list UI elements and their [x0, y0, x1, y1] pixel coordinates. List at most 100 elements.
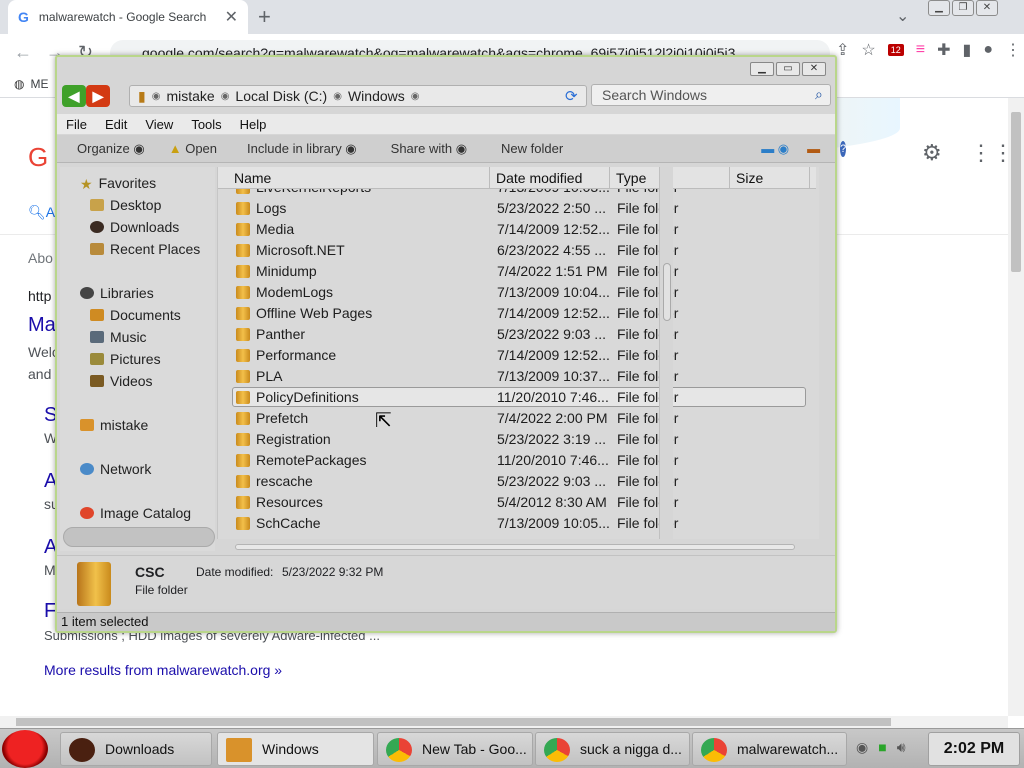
- start-button[interactable]: [2, 730, 48, 768]
- include-in-library-button[interactable]: Include in library ◉: [247, 141, 357, 157]
- menu-file[interactable]: File: [57, 117, 96, 132]
- close-tab-icon[interactable]: ✕: [225, 7, 238, 27]
- file-name: Microsoft.NET: [256, 242, 345, 258]
- bookmark-star-icon[interactable]: ☆: [861, 40, 875, 60]
- view-options-icon[interactable]: ▬ ◉: [761, 141, 789, 157]
- nav-videos[interactable]: Videos: [90, 373, 153, 389]
- taskbar-item-downloads[interactable]: Downloads: [60, 732, 212, 766]
- nav-music[interactable]: Music: [90, 329, 147, 345]
- file-list-horizontal-scrollbar[interactable]: [217, 541, 819, 553]
- breadcrumb-item[interactable]: Windows: [348, 88, 405, 104]
- table-row[interactable]: PLA 7/13/2009 10:37... File folder: [218, 366, 816, 387]
- nav-desktop[interactable]: Desktop: [90, 197, 161, 213]
- result-url[interactable]: http: [28, 288, 51, 304]
- network-tray-icon[interactable]: ■: [878, 739, 886, 756]
- nav-favorites[interactable]: ★ Favorites: [80, 175, 156, 192]
- forward-arrow-icon[interactable]: ▶: [86, 85, 110, 107]
- taskbar-item-new-tab[interactable]: New Tab - Goo...: [377, 732, 533, 766]
- nav-recent-places[interactable]: Recent Places: [90, 241, 200, 257]
- nav-image-catalog[interactable]: Image Catalog: [80, 505, 191, 521]
- profile-avatar-icon[interactable]: ●: [983, 41, 993, 59]
- taskbar-item-chrome-window[interactable]: suck a nigga d...: [535, 732, 690, 766]
- table-row[interactable]: Microsoft.NET 6/23/2022 4:55 ... File fold…: [218, 240, 816, 261]
- details-pane: CSC File folder Date modified: 5/23/2022…: [57, 555, 835, 609]
- table-row[interactable]: rescache 5/23/2022 9:03 ... File folder: [218, 471, 816, 492]
- menu-tools[interactable]: Tools: [182, 117, 230, 132]
- taskbar-item-malwarewatch[interactable]: malwarewatch...: [692, 732, 847, 766]
- folder-icon: [236, 244, 250, 257]
- breadcrumb-item[interactable]: mistake: [166, 88, 214, 104]
- open-button[interactable]: ▲ Open: [169, 141, 217, 156]
- organize-button[interactable]: Organize ◉: [77, 141, 145, 157]
- taskbar-item-windows[interactable]: Windows: [217, 732, 374, 766]
- side-panel-icon[interactable]: ▮: [963, 40, 972, 60]
- clock[interactable]: 2:02 PM: [928, 732, 1020, 766]
- back-icon[interactable]: ←: [14, 42, 32, 63]
- table-row[interactable]: Minidump 7/4/2022 1:51 PM File folder: [218, 261, 816, 282]
- search-input[interactable]: Search Windows: [591, 84, 831, 106]
- browser-tab[interactable]: G malwarewatch - Google Search ✕: [8, 0, 248, 34]
- menu-help[interactable]: Help: [231, 117, 276, 132]
- column-size[interactable]: Size: [730, 167, 810, 189]
- maximize-icon[interactable]: ❐: [952, 0, 974, 16]
- folder-icon: ▮: [138, 87, 146, 104]
- nav-downloads[interactable]: Downloads: [90, 219, 179, 235]
- explorer-minimize-icon[interactable]: ▁: [750, 62, 774, 76]
- table-row[interactable]: Logs 5/23/2022 2:50 ... File folder: [218, 198, 816, 219]
- explorer-close-icon[interactable]: ✕: [802, 62, 826, 76]
- table-row[interactable]: Prefetch 7/4/2022 2:00 PM File folder: [218, 408, 816, 429]
- table-row[interactable]: PolicyDefinitions 11/20/2010 7:46... File …: [218, 387, 816, 408]
- tray-arrow-icon[interactable]: ◉: [856, 739, 868, 756]
- breadcrumb[interactable]: ▮ ◉ mistake ◉ Local Disk (C:) ◉ Windows …: [129, 85, 587, 107]
- new-tab-button[interactable]: +: [258, 4, 271, 30]
- back-arrow-icon[interactable]: ◀: [62, 85, 86, 107]
- nav-libraries[interactable]: Libraries: [80, 285, 154, 301]
- table-row[interactable]: SchCache 7/13/2009 10:05... File folder: [218, 513, 816, 534]
- table-row[interactable]: Registration 5/23/2022 3:19 ... File folde…: [218, 429, 816, 450]
- explorer-maximize-icon[interactable]: ▭: [776, 62, 800, 76]
- extension-badge-icon[interactable]: 12: [887, 44, 904, 56]
- preview-pane-icon[interactable]: ▬: [807, 141, 820, 156]
- result-snippet: and: [28, 366, 52, 382]
- new-folder-button[interactable]: New folder: [501, 141, 563, 156]
- all-tab[interactable]: 🔍︎A: [28, 204, 55, 221]
- help-icon[interactable]: ?: [840, 140, 847, 157]
- flag-extension-icon[interactable]: ≡: [916, 41, 925, 59]
- table-row[interactable]: Resources 5/4/2012 8:30 AM File folder: [218, 492, 816, 513]
- page-vertical-scrollbar[interactable]: [1008, 98, 1024, 716]
- menu-view[interactable]: View: [136, 117, 182, 132]
- table-row[interactable]: ModemLogs 7/13/2009 10:04... File folder: [218, 282, 816, 303]
- file-name: Panther: [256, 326, 306, 342]
- puzzle-extensions-icon[interactable]: ✚: [937, 40, 950, 60]
- result-title[interactable]: Ma: [28, 314, 56, 337]
- table-row[interactable]: Panther 5/23/2022 9:03 ... File folder: [218, 324, 816, 345]
- chrome-menu-icon[interactable]: ⋮: [1005, 40, 1021, 60]
- share-icon[interactable]: ⇪: [836, 40, 849, 60]
- table-row[interactable]: Offline Web Pages 7/14/2009 12:52... File …: [218, 303, 816, 324]
- minimize-icon[interactable]: ▁: [928, 0, 950, 16]
- bookmark-item[interactable]: ME: [30, 77, 48, 91]
- refresh-icon[interactable]: ⟳: [565, 87, 578, 105]
- column-name[interactable]: Name: [228, 167, 490, 189]
- table-row[interactable]: RemotePackages 11/20/2010 7:46... File fol…: [218, 450, 816, 471]
- nav-homegroup-mistake[interactable]: mistake: [80, 417, 148, 433]
- nav-network[interactable]: Network: [80, 461, 151, 477]
- share-with-button[interactable]: Share with ◉: [391, 141, 467, 157]
- google-logo[interactable]: G: [28, 142, 48, 173]
- nav-documents[interactable]: Documents: [90, 307, 181, 323]
- close-window-icon[interactable]: ✕: [976, 0, 998, 16]
- file-list-vertical-scrollbar[interactable]: [659, 167, 673, 539]
- settings-gear-icon[interactable]: ⚙: [922, 140, 942, 166]
- nav-pictures[interactable]: Pictures: [90, 351, 161, 367]
- breadcrumb-item[interactable]: Local Disk (C:): [235, 88, 327, 104]
- volume-icon[interactable]: 🔊︎: [897, 739, 906, 756]
- table-row[interactable]: Media 7/14/2009 12:52... File folder: [218, 219, 816, 240]
- table-row[interactable]: LiveKernelReports7/13/2009 10:03...File …: [218, 189, 816, 198]
- column-date-modified[interactable]: Date modified: [490, 167, 610, 189]
- menu-edit[interactable]: Edit: [96, 117, 136, 132]
- search-icon[interactable]: ⌕: [815, 86, 823, 103]
- table-row[interactable]: Performance 7/14/2009 12:52... File folder: [218, 345, 816, 366]
- more-results-link[interactable]: More results from malwarewatch.org »: [44, 662, 282, 678]
- page-horizontal-scrollbar[interactable]: [0, 716, 1008, 728]
- tab-search-chevron-icon[interactable]: ⌄: [896, 6, 909, 26]
